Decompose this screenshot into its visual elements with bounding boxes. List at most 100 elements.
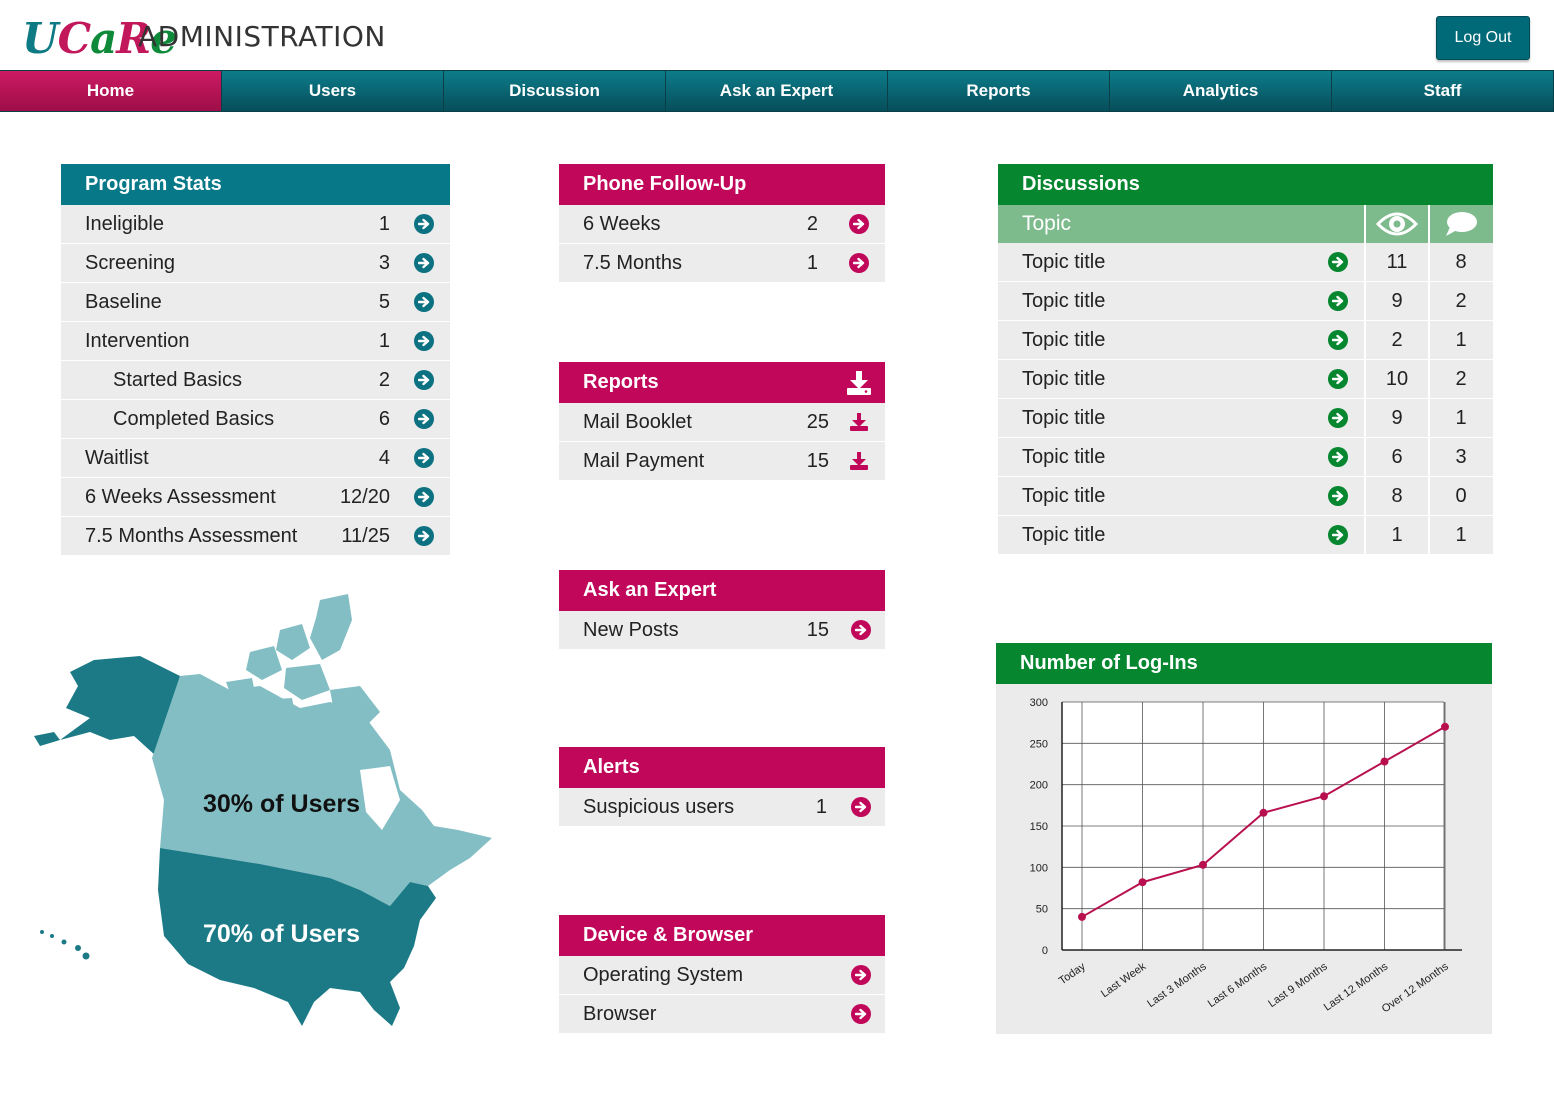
logout-button[interactable]: Log Out: [1436, 16, 1530, 60]
discussion-row[interactable]: Topic title 1 1: [998, 516, 1493, 555]
topic-title[interactable]: Topic title: [1022, 407, 1105, 430]
topic-title[interactable]: Topic title: [1022, 251, 1105, 274]
row-value: 4: [378, 446, 390, 469]
row-value: 15: [806, 449, 829, 472]
comments-column-header[interactable]: [1430, 205, 1492, 243]
topic-title[interactable]: Topic title: [1022, 329, 1105, 352]
arrow-right-icon[interactable]: [1328, 330, 1348, 350]
topic-title[interactable]: Topic title: [1022, 368, 1105, 391]
program-stats-row[interactable]: Ineligible 1: [61, 205, 450, 244]
row-label: Ineligible: [85, 212, 164, 235]
main-nav: Home Users Discussion Ask an Expert Repo…: [0, 70, 1554, 112]
device-browser-row[interactable]: Operating System: [559, 956, 885, 995]
discussion-row[interactable]: Topic title 6 3: [998, 438, 1493, 477]
comments-count: 2: [1455, 289, 1467, 312]
reports-row[interactable]: Mail Booklet 25: [559, 403, 885, 442]
device-browser-title: Device & Browser: [559, 915, 885, 956]
device-browser-panel: Device & Browser Operating System Browser: [559, 915, 885, 1033]
arrow-right-icon[interactable]: [1328, 525, 1348, 545]
program-stats-row[interactable]: 6 Weeks Assessment 12/20: [61, 478, 450, 517]
arrow-right-icon[interactable]: [849, 253, 869, 273]
nav-tab-analytics[interactable]: Analytics: [1110, 71, 1332, 111]
nav-tab-discussion[interactable]: Discussion: [444, 71, 666, 111]
download-icon[interactable]: [848, 450, 870, 472]
row-label: 6 Weeks: [583, 212, 661, 235]
nav-tab-reports[interactable]: Reports: [888, 71, 1110, 111]
row-label: Completed Basics: [113, 407, 275, 430]
arrow-right-icon[interactable]: [851, 797, 871, 817]
ask-expert-row[interactable]: New Posts 15: [559, 611, 885, 649]
views-column-header[interactable]: [1366, 205, 1430, 243]
arrow-right-icon[interactable]: [851, 965, 871, 985]
topic-title[interactable]: Topic title: [1022, 524, 1105, 547]
discussion-row[interactable]: Topic title 9 1: [998, 399, 1493, 438]
program-stats-row[interactable]: 7.5 Months Assessment 11/25: [61, 517, 450, 555]
arrow-right-icon[interactable]: [414, 331, 434, 351]
row-label: Screening: [85, 251, 176, 274]
logins-chart-body: 0 50 100 150 200 250 300 Today Last Week Last 3 M…: [996, 684, 1492, 1034]
download-all-icon[interactable]: [845, 370, 873, 396]
nav-tab-home[interactable]: Home: [0, 71, 222, 111]
arrow-right-icon[interactable]: [414, 253, 434, 273]
arrow-right-icon[interactable]: [414, 526, 434, 546]
alerts-title: Alerts: [559, 747, 885, 788]
arrow-right-icon[interactable]: [1328, 447, 1348, 467]
discussion-row[interactable]: Topic title 2 1: [998, 321, 1493, 360]
logins-line-chart: 0 50 100 150 200 250 300 Today Last WeekLast 3 M…: [1030, 697, 1462, 1015]
program-stats-row[interactable]: Completed Basics 6: [61, 400, 450, 439]
arrow-right-icon[interactable]: [414, 448, 434, 468]
discussions-header-row: Topic: [998, 205, 1493, 243]
program-stats-row[interactable]: Waitlist 4: [61, 439, 450, 478]
row-value: 5: [378, 290, 390, 313]
topic-title[interactable]: Topic title: [1022, 485, 1105, 508]
nav-tab-ask-expert[interactable]: Ask an Expert: [666, 71, 888, 111]
program-stats-row[interactable]: Baseline 5: [61, 283, 450, 322]
discussion-row[interactable]: Topic title 11 8: [998, 243, 1493, 282]
row-label: 6 Weeks Assessment: [85, 485, 276, 508]
row-label: 7.5 Months Assessment: [85, 524, 298, 547]
comments-count: 1: [1455, 523, 1467, 546]
y-tick-label: 300: [1030, 697, 1048, 709]
arrow-right-icon[interactable]: [849, 214, 869, 234]
nav-tab-users[interactable]: Users: [222, 71, 444, 111]
arrow-right-icon[interactable]: [414, 370, 434, 390]
arrow-right-icon[interactable]: [1328, 408, 1348, 428]
row-value: 25: [806, 410, 829, 433]
topic-title[interactable]: Topic title: [1022, 446, 1105, 469]
alerts-row[interactable]: Suspicious users 1: [559, 788, 885, 826]
usa-users-label: 70% of Users: [203, 920, 361, 948]
row-value: 3: [378, 251, 390, 274]
download-icon[interactable]: [848, 411, 870, 433]
arrow-right-icon[interactable]: [1328, 252, 1348, 272]
arrow-right-icon[interactable]: [1328, 369, 1348, 389]
phone-followup-row[interactable]: 6 Weeks 2: [559, 205, 885, 244]
y-tick-label: 200: [1030, 780, 1048, 792]
x-tick-label: Last 9 Months: [1266, 960, 1330, 1010]
topic-column-header[interactable]: Topic: [998, 205, 1366, 243]
row-label: Operating System: [583, 963, 744, 986]
arrow-right-icon[interactable]: [1328, 486, 1348, 506]
topic-title[interactable]: Topic title: [1022, 290, 1105, 313]
ask-expert-panel: Ask an Expert New Posts 15: [559, 570, 885, 649]
hawaii-islands: [40, 930, 90, 960]
discussion-row[interactable]: Topic title 9 2: [998, 282, 1493, 321]
arrow-right-icon[interactable]: [1328, 291, 1348, 311]
discussion-row[interactable]: Topic title 8 0: [998, 477, 1493, 516]
arrow-right-icon[interactable]: [851, 620, 871, 640]
row-label: Baseline: [85, 290, 162, 313]
phone-followup-panel: Phone Follow-Up 6 Weeks 2 7.5 Months 1: [559, 164, 885, 282]
views-count: 2: [1366, 321, 1430, 359]
program-stats-row[interactable]: Screening 3: [61, 244, 450, 283]
device-browser-row[interactable]: Browser: [559, 995, 885, 1033]
arrow-right-icon[interactable]: [851, 1004, 871, 1024]
arrow-right-icon[interactable]: [414, 409, 434, 429]
discussion-row[interactable]: Topic title 10 2: [998, 360, 1493, 399]
reports-row[interactable]: Mail Payment 15: [559, 442, 885, 480]
arrow-right-icon[interactable]: [414, 214, 434, 234]
arrow-right-icon[interactable]: [414, 292, 434, 312]
program-stats-row[interactable]: Intervention 1: [61, 322, 450, 361]
phone-followup-row[interactable]: 7.5 Months 1: [559, 244, 885, 282]
program-stats-row[interactable]: Started Basics 2: [61, 361, 450, 400]
nav-tab-staff[interactable]: Staff: [1332, 71, 1554, 111]
arrow-right-icon[interactable]: [414, 487, 434, 507]
